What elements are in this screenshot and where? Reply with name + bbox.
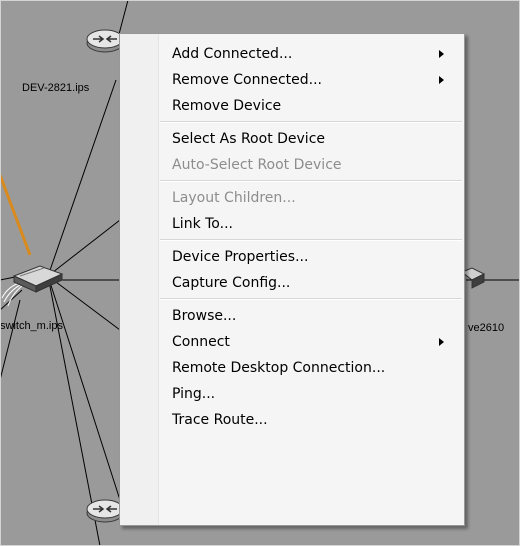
menu-item-label: Browse... [172, 308, 237, 324]
menu-item-remove-device[interactable]: Remove Device [120, 93, 464, 119]
menu-item-label: Link To... [172, 216, 233, 232]
menu-item-label: Add Connected... [172, 46, 293, 62]
menu-item-label: Ping... [172, 386, 216, 402]
menu-item-auto-select-root-device: Auto-Select Root Device [120, 152, 464, 178]
menu-item-browse[interactable]: Browse... [120, 303, 464, 329]
menu-item-remote-desktop-connection[interactable]: Remote Desktop Connection... [120, 355, 464, 381]
menu-separator [160, 121, 462, 123]
menu-item-device-properties[interactable]: Device Properties... [120, 244, 464, 270]
submenu-arrow-icon [439, 76, 444, 84]
menu-item-label: Layout Children... [172, 190, 296, 206]
menu-item-link-to[interactable]: Link To... [120, 211, 464, 237]
menu-item-label: Device Properties... [172, 249, 309, 265]
menu-item-select-as-root-device[interactable]: Select As Root Device [120, 126, 464, 152]
menu-item-label: Auto-Select Root Device [172, 157, 342, 173]
menu-item-add-connected[interactable]: Add Connected... [120, 41, 464, 67]
menu-item-label: Trace Route... [172, 412, 268, 428]
submenu-arrow-icon [439, 338, 444, 346]
menu-item-capture-config[interactable]: Capture Config... [120, 270, 464, 296]
menu-item-label: Select As Root Device [172, 131, 326, 147]
menu-separator [160, 180, 462, 182]
menu-separator [160, 239, 462, 241]
menu-item-label: Remove Device [172, 98, 282, 114]
menu-item-layout-children: Layout Children... [120, 185, 464, 211]
menu-separator [160, 298, 462, 300]
menu-item-label: Capture Config... [172, 275, 291, 291]
submenu-arrow-icon [439, 50, 444, 58]
menu-item-ping[interactable]: Ping... [120, 381, 464, 407]
menu-item-connect[interactable]: Connect [120, 329, 464, 355]
context-menu: Add Connected... Remove Connected... Remov… [119, 33, 465, 526]
menu-item-trace-route[interactable]: Trace Route... [120, 407, 464, 433]
menu-item-label: Remove Connected... [172, 72, 323, 88]
menu-item-remove-connected[interactable]: Remove Connected... [120, 67, 464, 93]
menu-item-label: Connect [172, 334, 230, 350]
menu-item-label: Remote Desktop Connection... [172, 360, 386, 376]
